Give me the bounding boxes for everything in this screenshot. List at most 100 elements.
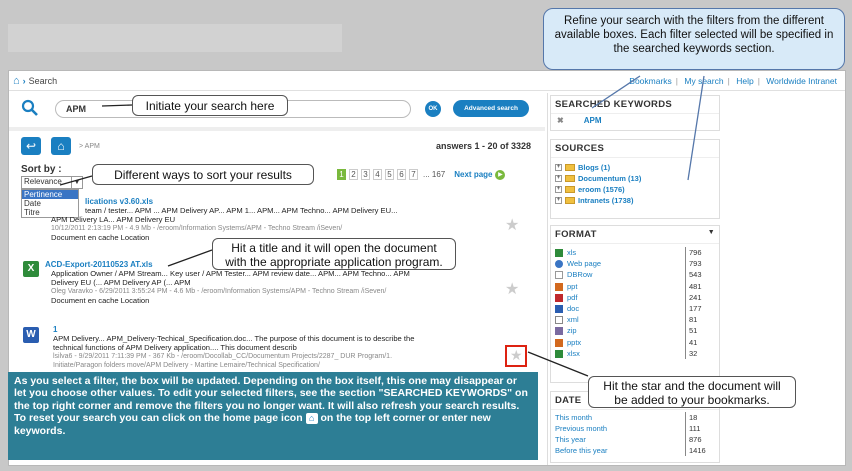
result-snippet-2: technical functions of APM Delivery appl… bbox=[53, 343, 297, 352]
bookmark-star-icon[interactable]: ★ bbox=[505, 215, 519, 235]
result-title[interactable]: 1 bbox=[53, 325, 531, 334]
filters-sidebar: SEARCHED KEYWORDS ✖ APM SOURCES + Blogs (1… bbox=[547, 93, 845, 465]
my-search-link[interactable]: My search bbox=[684, 76, 723, 86]
ppt-icon bbox=[555, 282, 563, 291]
searched-keywords-title: SEARCHED KEYWORDS bbox=[551, 96, 719, 114]
page-7[interactable]: 7 bbox=[409, 169, 418, 180]
breadcrumb-label: Search bbox=[28, 76, 58, 86]
folder-icon bbox=[565, 186, 575, 193]
result-snippet: Application Owner / APM Stream... Key us… bbox=[51, 269, 410, 278]
format-item-dbrow[interactable]: DBRow 543 bbox=[551, 269, 719, 281]
expand-icon: + bbox=[555, 164, 562, 171]
bookmarks-link[interactable]: Bookmarks bbox=[629, 76, 672, 86]
dbrow-icon bbox=[555, 271, 563, 280]
worldwide-intranet-link[interactable]: Worldwide Intranet bbox=[766, 76, 837, 86]
source-item[interactable]: + Intranets (1738) bbox=[551, 195, 719, 206]
keyword-label: APM bbox=[583, 116, 602, 125]
format-item-web-page[interactable]: Web page 793 bbox=[551, 258, 719, 270]
expand-icon: + bbox=[555, 175, 562, 182]
format-item-doc[interactable]: doc 177 bbox=[551, 302, 719, 315]
format-box: FORMAT ▼ xls 796 Web page 793 DBRow 543 ppt… bbox=[550, 225, 720, 383]
result-meta: lsilva6 - 9/29/2011 7:11:39 PM - 367 Kb … bbox=[53, 353, 393, 360]
result-snippet: team / tester... APM ... APM Delivery AP… bbox=[85, 206, 398, 215]
instructions-text: As you select a filter, the box will be … bbox=[14, 375, 528, 412]
page-4[interactable]: 4 bbox=[373, 169, 382, 180]
result-cache-link[interactable]: Document en cache Location bbox=[45, 296, 531, 305]
folder-icon bbox=[565, 175, 575, 182]
date-item-this-month[interactable]: This month 18 bbox=[551, 412, 719, 423]
result-meta: 10/12/2011 2:13:19 PM - 4.9 Mb - /eroom/… bbox=[51, 225, 343, 232]
format-title: FORMAT ▼ bbox=[551, 226, 719, 244]
result-title[interactable]: lications v3.60.xls bbox=[85, 197, 153, 206]
zip-icon bbox=[555, 327, 563, 336]
nav-row: ↩ ⌂ > APM answers 1 - 20 of 3328 bbox=[9, 135, 545, 157]
web-page-icon bbox=[555, 260, 563, 269]
searched-keywords-box: SEARCHED KEYWORDS ✖ APM bbox=[550, 95, 720, 131]
result-meta-2: Initiate/Paragon folders move/APM Delive… bbox=[53, 362, 320, 369]
folder-icon bbox=[565, 197, 575, 204]
page-3[interactable]: 3 bbox=[361, 169, 370, 180]
remove-icon[interactable]: ✖ bbox=[557, 116, 564, 125]
result-snippet: APM Delivery... APM_Delivery-Techical_Sp… bbox=[53, 334, 415, 343]
blurred-header bbox=[8, 24, 342, 52]
expand-icon: + bbox=[555, 197, 562, 204]
home-icon[interactable]: ⌂ bbox=[13, 75, 20, 87]
date-item-before-this-year[interactable]: Before this year 1416 bbox=[551, 445, 719, 456]
back-button[interactable]: ↩ bbox=[21, 137, 41, 155]
source-item[interactable]: + Blogs (1) bbox=[551, 162, 719, 173]
format-item-xml[interactable]: xml 81 bbox=[551, 314, 719, 326]
source-item[interactable]: + Documentum (13) bbox=[551, 173, 719, 184]
bookmark-star-icon[interactable]: ★ bbox=[510, 347, 523, 364]
sort-select[interactable]: Relevance ▼ bbox=[21, 176, 83, 189]
bookmark-star-icon[interactable]: ★ bbox=[505, 279, 519, 299]
format-item-xlsx[interactable]: xlsx 32 bbox=[551, 347, 719, 359]
sources-box: SOURCES + Blogs (1) + Documentum (13) + ero… bbox=[550, 139, 720, 219]
page-2[interactable]: 2 bbox=[349, 169, 358, 180]
instructions-panel: As you select a filter, the box will be … bbox=[8, 372, 538, 460]
next-page-link[interactable]: Next page bbox=[454, 170, 492, 179]
advanced-search-button[interactable]: Advanced search bbox=[453, 100, 529, 117]
date-item-previous-month[interactable]: Previous month 111 bbox=[551, 423, 719, 434]
ok-button[interactable]: OK bbox=[425, 101, 441, 117]
format-item-xls[interactable]: xls 796 bbox=[551, 247, 719, 259]
pagination: 1 2 3 4 5 6 7 ... 167 Next page ▶ bbox=[337, 169, 506, 180]
result-item: 1 APM Delivery... APM_Delivery-Techical_… bbox=[21, 325, 531, 370]
result-snippet-2: APM Delivery LA... APM Delivery EU bbox=[51, 215, 176, 224]
page-6[interactable]: 6 bbox=[397, 169, 406, 180]
next-arrow-icon[interactable]: ▶ bbox=[495, 169, 506, 180]
chevron-down-icon: ▼ bbox=[71, 177, 82, 188]
page-1[interactable]: 1 bbox=[337, 169, 346, 180]
source-item[interactable]: + eroom (1576) bbox=[551, 184, 719, 195]
nav-breadcrumb: > APM bbox=[79, 143, 100, 150]
result-meta: Oleg Varavko - 6/29/2011 3:55:24 PM - 4.… bbox=[51, 288, 387, 295]
keyword-chip: ✖ APM bbox=[551, 114, 719, 127]
expand-icon: + bbox=[555, 186, 562, 193]
format-item-ppt[interactable]: ppt 481 bbox=[551, 280, 719, 292]
format-item-zip[interactable]: zip 51 bbox=[551, 325, 719, 337]
format-item-pptx[interactable]: pptx 41 bbox=[551, 336, 719, 348]
home-icon: ⌂ bbox=[305, 412, 318, 424]
date-item-this-year[interactable]: This year 876 bbox=[551, 434, 719, 445]
sort-selected: Relevance bbox=[24, 177, 62, 186]
collapse-icon[interactable]: ▼ bbox=[708, 229, 715, 236]
divider bbox=[9, 127, 545, 131]
highlighted-star-box[interactable]: ★ bbox=[505, 345, 527, 367]
pdf-icon bbox=[555, 293, 563, 302]
pptx-icon bbox=[555, 338, 563, 347]
folder-icon bbox=[565, 164, 575, 171]
top-bar: ⌂ › Search Bookmarks | My search | Help | W… bbox=[9, 71, 845, 91]
help-link[interactable]: Help bbox=[736, 76, 753, 86]
result-snippet-2: Delivery EU (... APM Delivery AP (... AP… bbox=[51, 278, 191, 287]
doc-icon bbox=[555, 304, 563, 313]
title-callout: Hit a title and it will open the documen… bbox=[212, 238, 456, 270]
home-button[interactable]: ⌂ bbox=[51, 137, 71, 155]
answers-count: answers 1 - 20 of 3328 bbox=[435, 141, 531, 151]
search-icon bbox=[21, 99, 39, 122]
sort-label: Sort by : bbox=[21, 164, 62, 175]
page-5[interactable]: 5 bbox=[385, 169, 394, 180]
result-item: lications v3.60.xls team / tester... APM… bbox=[21, 197, 531, 242]
page-more[interactable]: ... 167 bbox=[423, 170, 445, 179]
format-item-pdf[interactable]: pdf 241 bbox=[551, 291, 719, 303]
xlsx-icon bbox=[555, 349, 563, 358]
chevron-right-icon: › bbox=[22, 76, 26, 86]
